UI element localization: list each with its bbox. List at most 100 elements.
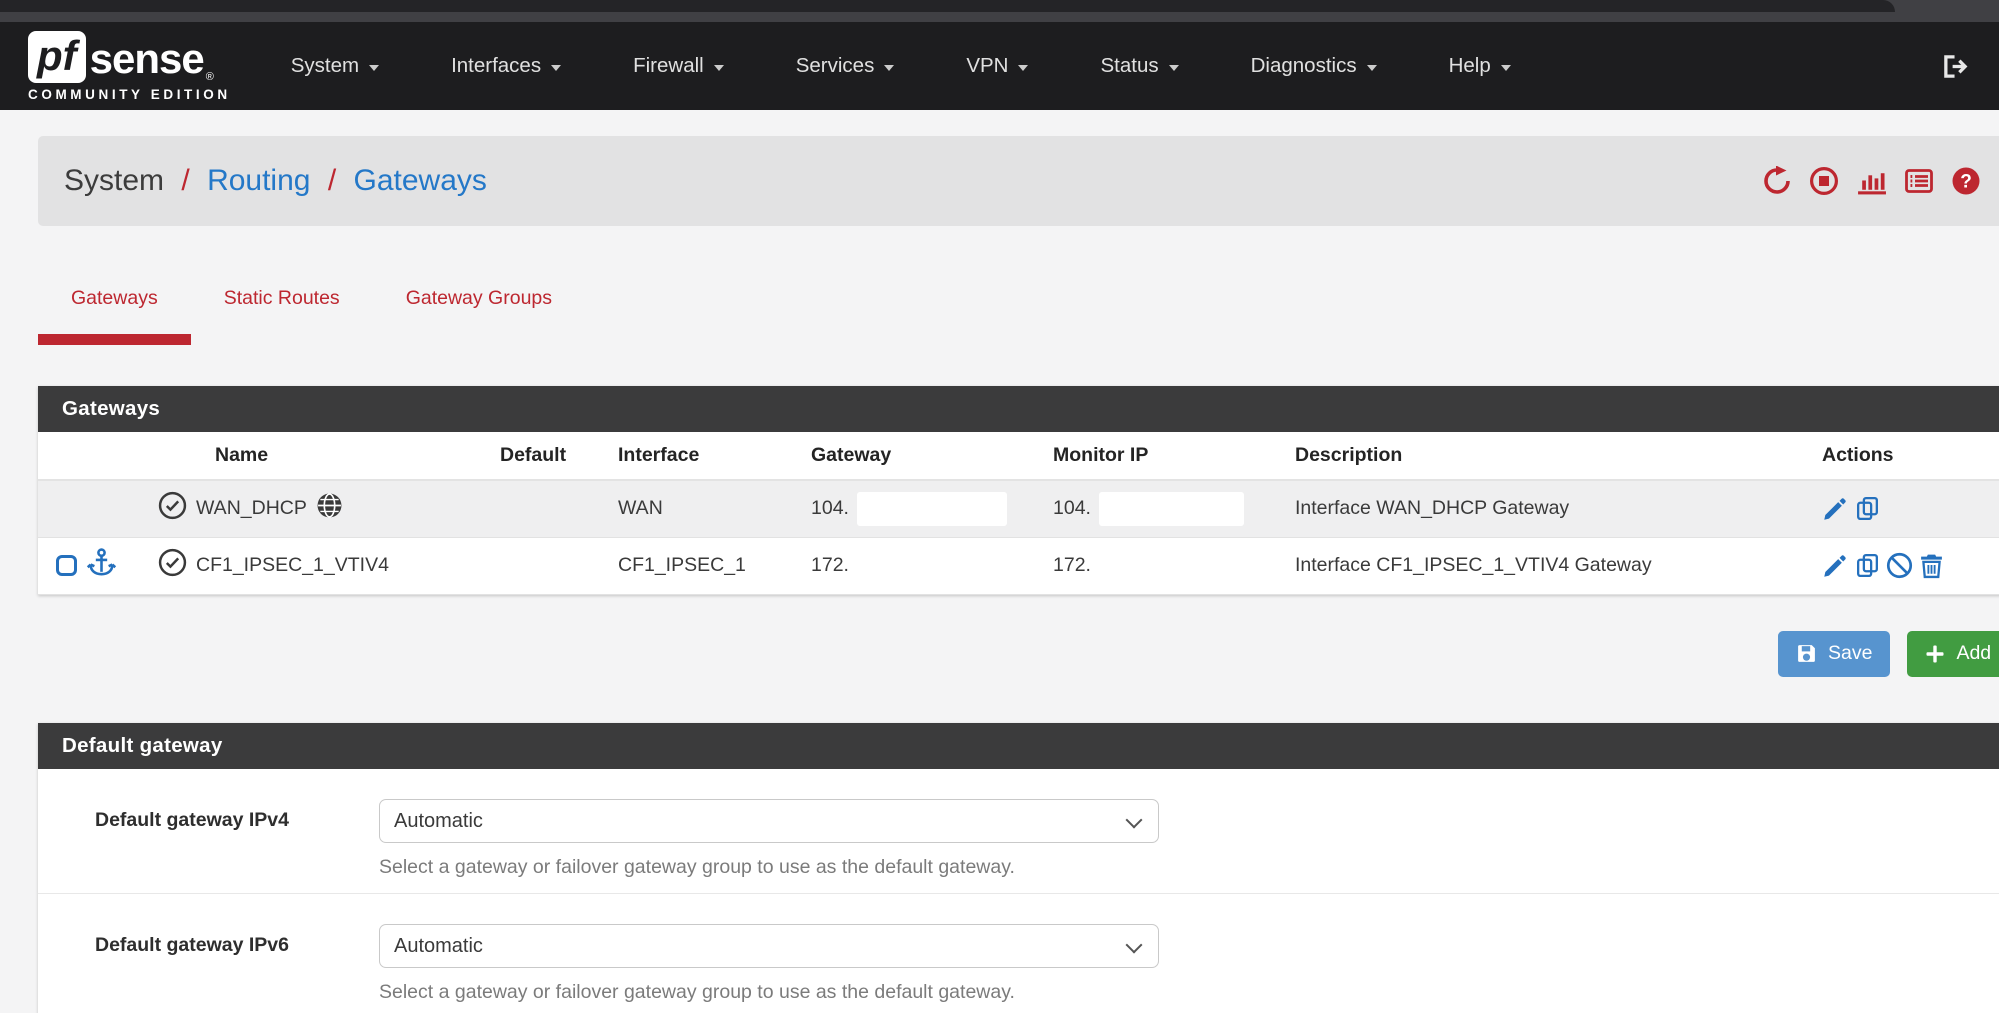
default-gateway-panel: Default gateway Default gateway IPv4 Aut… [38, 723, 1999, 1013]
chevron-down-icon [369, 65, 379, 71]
menu-item-system[interactable]: System [255, 22, 415, 110]
row-flags-cell [38, 537, 156, 594]
default-gateway-ipv6-select-wrap: Automatic [379, 924, 1159, 968]
logo-sense: sense [90, 35, 204, 83]
menu-label: Status [1100, 54, 1158, 78]
gateways-panel: Gateways Name Default Interface Gateway … [38, 386, 1999, 595]
page-action-icons: ? [1762, 136, 1981, 226]
table-header-row: Name Default Interface Gateway Monitor I… [38, 432, 1999, 480]
menu-label: Help [1449, 54, 1491, 78]
logo-edition: COMMUNITY EDITION [28, 87, 231, 102]
tab-static-routes[interactable]: Static Routes [191, 261, 373, 345]
breadcrumb-bar: System / Routing / Gateways [38, 136, 1999, 226]
gateway-name: WAN_DHCP [196, 497, 307, 520]
save-button[interactable]: Save [1778, 631, 1890, 677]
column-header-icons [38, 432, 156, 480]
monitor-ip-cell: 104. [1043, 480, 1285, 537]
menu-label: System [291, 54, 359, 78]
disable-icon[interactable] [1886, 552, 1913, 579]
svg-text:?: ? [1960, 172, 1972, 193]
sign-out-icon[interactable] [1942, 53, 1969, 80]
chevron-down-icon [1501, 65, 1511, 71]
column-header-actions: Actions [1812, 432, 1999, 480]
chevron-down-icon [551, 65, 561, 71]
column-header-interface: Interface [608, 432, 801, 480]
form-row-ipv4: Default gateway IPv4 Automatic Select a … [38, 769, 1999, 893]
column-header-default: Default [496, 432, 608, 480]
menu-label: Services [796, 54, 875, 78]
gateway-name-cell: CF1_IPSEC_1_VTIV4 [156, 537, 496, 594]
menu-label: VPN [966, 54, 1008, 78]
column-header-description: Description [1285, 432, 1812, 480]
logo-pf: pf [28, 31, 86, 83]
check-circle-icon [158, 548, 187, 583]
gateways-table: Name Default Interface Gateway Monitor I… [38, 432, 1999, 595]
description-cell: Interface CF1_IPSEC_1_VTIV4 Gateway [1285, 537, 1812, 594]
save-button-label: Save [1828, 642, 1872, 665]
refresh-icon[interactable] [1762, 166, 1792, 196]
menu-item-diagnostics[interactable]: Diagnostics [1215, 22, 1413, 110]
default-cell [496, 537, 608, 594]
menu-item-services[interactable]: Services [760, 22, 931, 110]
menu-item-firewall[interactable]: Firewall [597, 22, 760, 110]
actions-cell [1812, 537, 1999, 594]
breadcrumb: System / Routing / Gateways [64, 164, 487, 198]
breadcrumb-separator: / [172, 164, 198, 197]
chevron-down-icon [714, 65, 724, 71]
description-cell: Interface WAN_DHCP Gateway [1285, 480, 1812, 537]
table-buttons-row: Save Add [38, 631, 1999, 677]
delete-icon[interactable] [1918, 552, 1945, 579]
breadcrumb-separator: / [319, 164, 345, 197]
column-header-name: Name [156, 432, 496, 480]
tab-gateway-groups[interactable]: Gateway Groups [373, 261, 585, 345]
default-gateway-ipv4-label: Default gateway IPv4 [95, 799, 379, 879]
help-icon[interactable]: ? [1951, 166, 1981, 196]
add-button[interactable]: Add [1907, 631, 1999, 677]
gateway-ip-cell: 104. [801, 480, 1043, 537]
copy-icon[interactable] [1854, 552, 1881, 579]
table-row: WAN_DHCP WAN 1 [38, 480, 1999, 537]
edit-icon[interactable] [1822, 495, 1849, 522]
menu-item-interfaces[interactable]: Interfaces [415, 22, 597, 110]
tab-gateways[interactable]: Gateways [38, 261, 191, 345]
globe-icon [316, 492, 343, 525]
default-gateway-ipv4-help: Select a gateway or failover gateway gro… [379, 856, 1159, 879]
row-flags-cell [38, 480, 156, 537]
menu-item-status[interactable]: Status [1064, 22, 1214, 110]
default-gateway-panel-title: Default gateway [38, 723, 1999, 769]
redacted-value [857, 549, 1007, 583]
stop-icon[interactable] [1809, 166, 1839, 196]
add-button-label: Add [1956, 642, 1991, 665]
redacted-value [1099, 549, 1244, 583]
chevron-down-icon [1018, 65, 1028, 71]
breadcrumb-link-routing[interactable]: Routing [207, 164, 310, 197]
menu-label: Firewall [633, 54, 704, 78]
save-icon [1796, 643, 1817, 664]
menu-label: Interfaces [451, 54, 541, 78]
pfsense-logo[interactable]: pf sense ® COMMUNITY EDITION [28, 31, 231, 102]
column-header-gateway: Gateway [801, 432, 1043, 480]
chevron-down-icon [1367, 65, 1377, 71]
default-cell [496, 480, 608, 537]
chevron-down-icon [1169, 65, 1179, 71]
checkbox-icon[interactable] [56, 555, 77, 576]
top-navbar: pf sense ® COMMUNITY EDITION System Inte… [0, 22, 1999, 110]
breadcrumb-link-gateways[interactable]: Gateways [354, 164, 487, 197]
interface-cell: WAN [608, 480, 801, 537]
menu-label: Diagnostics [1251, 54, 1357, 78]
table-row: CF1_IPSEC_1_VTIV4 CF1_IPSEC_1 172. 172. … [38, 537, 1999, 594]
default-gateway-ipv6-label: Default gateway IPv6 [95, 924, 379, 1004]
form-row-ipv6: Default gateway IPv6 Automatic Select a … [38, 893, 1999, 1013]
default-gateway-ipv6-help: Select a gateway or failover gateway gro… [379, 981, 1159, 1004]
plus-icon [1925, 644, 1945, 664]
chart-icon[interactable] [1856, 166, 1887, 197]
routing-tabs: Gateways Static Routes Gateway Groups [38, 261, 1999, 345]
default-gateway-ipv4-select[interactable]: Automatic [379, 799, 1159, 843]
default-gateway-ipv6-select[interactable]: Automatic [379, 924, 1159, 968]
menu-item-vpn[interactable]: VPN [930, 22, 1064, 110]
list-icon[interactable] [1904, 166, 1934, 196]
edit-icon[interactable] [1822, 552, 1849, 579]
menu-item-help[interactable]: Help [1413, 22, 1547, 110]
monitor-ip-cell: 172. [1043, 537, 1285, 594]
copy-icon[interactable] [1854, 495, 1881, 522]
